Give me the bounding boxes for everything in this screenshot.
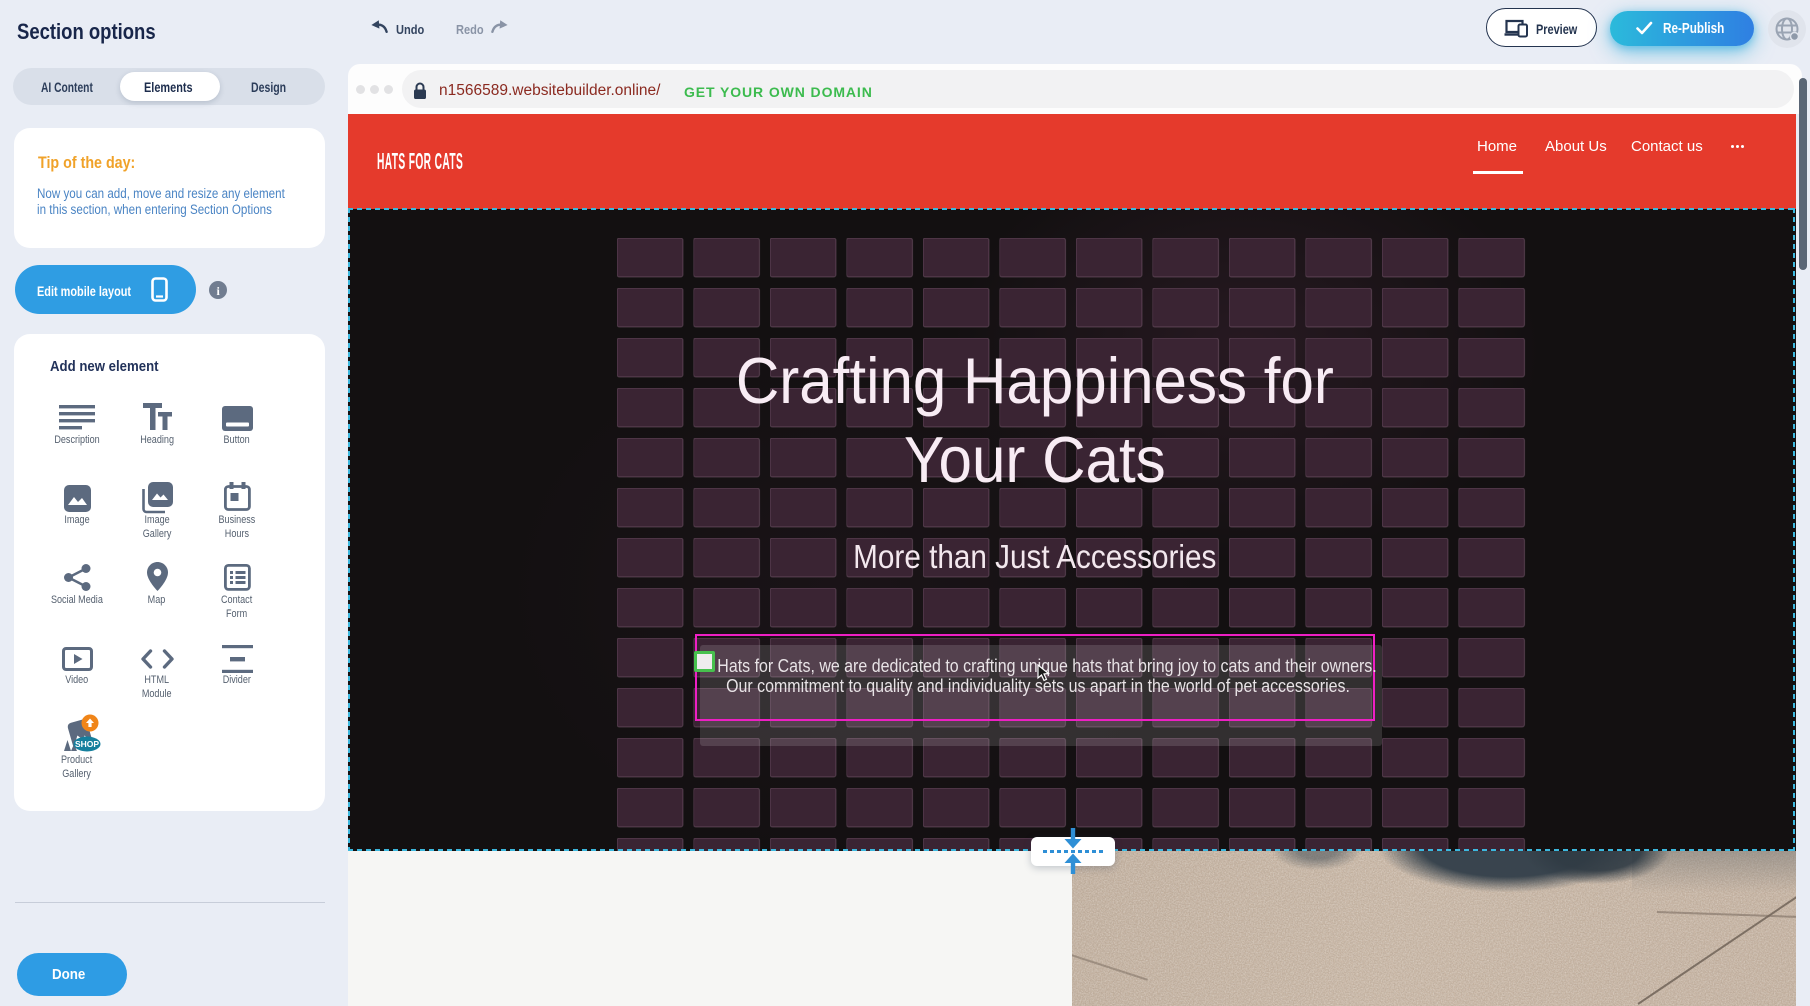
- svg-text:SHOP: SHOP: [75, 739, 99, 749]
